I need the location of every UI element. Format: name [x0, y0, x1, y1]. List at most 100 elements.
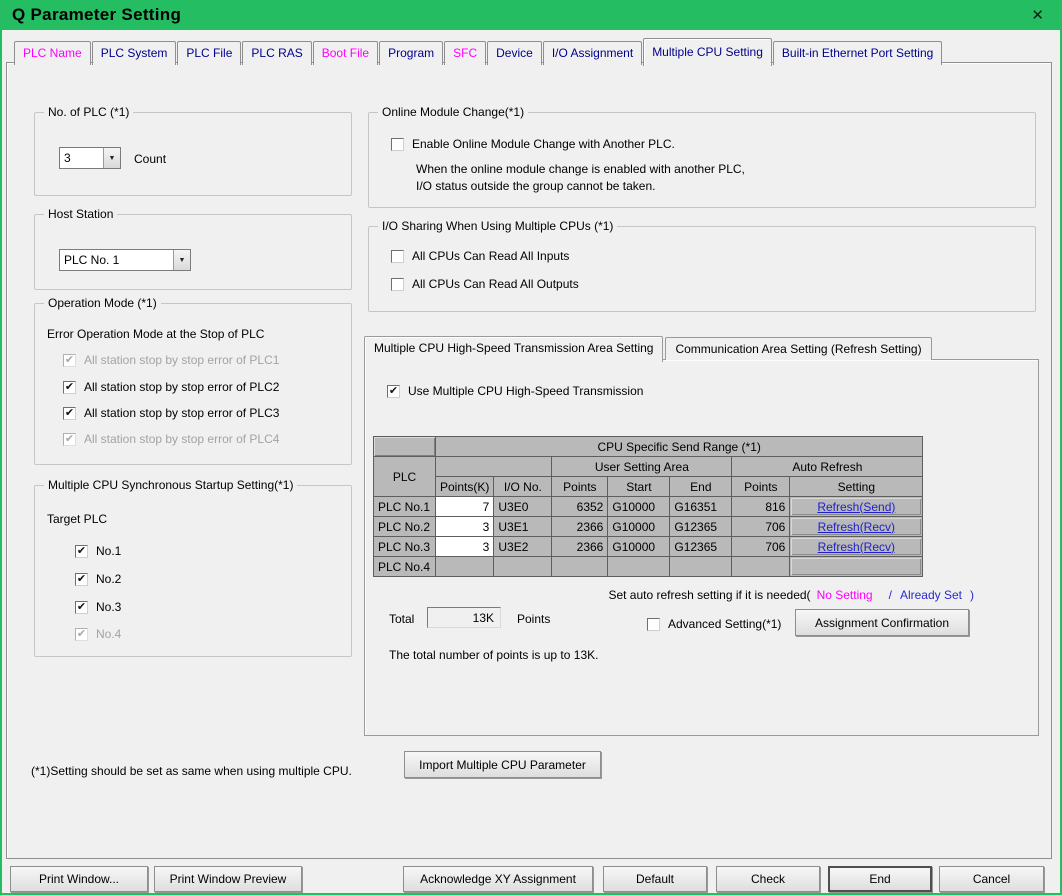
table-row-plc-no-4: PLC No.4: [374, 557, 923, 577]
tab-communication-area-setting-refresh-setting[interactable]: Communication Area Setting (Refresh Sett…: [665, 337, 931, 360]
cpu-send-range-table: CPU Specific Send Range (*1) PLC User Se…: [373, 436, 923, 577]
tab-i-o-assignment[interactable]: I/O Assignment: [543, 41, 642, 65]
cell-points-k: [436, 557, 494, 577]
tab-program[interactable]: Program: [379, 41, 443, 65]
col-header: Start: [608, 477, 670, 497]
checkbox-label: No.3: [96, 600, 121, 614]
col-header: Points: [552, 477, 608, 497]
cell-start: G10000: [608, 517, 670, 537]
checkbox-row-no-4: ✔No.4: [75, 627, 121, 641]
refresh-setting-button[interactable]: Refresh(Recv): [791, 518, 921, 535]
print-window-preview-button[interactable]: Print Window Preview: [154, 866, 302, 892]
close-icon[interactable]: ✕: [1025, 6, 1050, 24]
col-header: End: [670, 477, 732, 497]
tab-built-in-ethernet-port-setting[interactable]: Built-in Ethernet Port Setting: [773, 41, 942, 65]
refresh-link[interactable]: Refresh(Send): [817, 500, 895, 514]
acknowledge-xy-assignment-button[interactable]: Acknowledge XY Assignment: [403, 866, 593, 892]
default-button[interactable]: Default: [603, 866, 707, 892]
tab-boot-file[interactable]: Boot File: [313, 41, 378, 65]
advanced-setting-checkbox[interactable]: [647, 618, 660, 631]
col-header: I/O No.: [494, 477, 552, 497]
checkbox-label: All station stop by stop error of PLC2: [84, 380, 279, 394]
checkbox-label: All station stop by stop error of PLC3: [84, 406, 279, 420]
checkbox-row-no-1: ✔ No.1: [75, 544, 121, 558]
cancel-button[interactable]: Cancel: [939, 866, 1044, 892]
checkbox-row-all-station-stop-by-stop-error-of-plc4: ✔ All station stop by stop error of PLC4: [63, 432, 279, 446]
checkbox-all-cpus-can-read-all-inputs[interactable]: [391, 250, 404, 263]
group-title: Operation Mode (*1): [44, 296, 161, 310]
no-of-plc-dropdown[interactable]: 3 ▼: [59, 147, 121, 169]
group-title: Multiple CPU Synchronous Startup Setting…: [44, 478, 297, 492]
checkbox-all-station-stop-by-stop-error-of-plc3[interactable]: ✔: [63, 407, 76, 420]
hint-prefix: Set auto refresh setting if it is needed…: [608, 588, 810, 602]
checkbox-row-all-station-stop-by-stop-error-of-plc2: ✔ All station stop by stop error of PLC2: [63, 380, 279, 394]
cell-points-k[interactable]: 7: [436, 497, 494, 517]
cell-start: G10000: [608, 497, 670, 517]
checkbox-all-cpus-can-read-all-outputs[interactable]: [391, 278, 404, 291]
tab-multiple-cpu-setting[interactable]: Multiple CPU Setting: [643, 38, 772, 66]
cell-plc: PLC No.2: [374, 517, 436, 537]
tab-plc-ras[interactable]: PLC RAS: [242, 41, 311, 65]
refresh-setting-button[interactable]: Refresh(Recv): [791, 538, 921, 555]
tab-plc-name[interactable]: PLC Name: [14, 41, 91, 65]
cell-start: G10000: [608, 537, 670, 557]
refresh-setting-button[interactable]: Refresh(Send): [791, 498, 921, 515]
cell-refresh-points: 706: [732, 517, 790, 537]
tab-plc-file[interactable]: PLC File: [177, 41, 241, 65]
table-row-plc-no-3: PLC No.33U3E22366G10000G12365706Refresh(…: [374, 537, 923, 557]
enable-online-module-change-row: Enable Online Module Change with Another…: [391, 137, 675, 151]
tab-sfc[interactable]: SFC: [444, 41, 486, 65]
cell-setting: Refresh(Recv): [790, 537, 923, 557]
checkbox-no-2[interactable]: ✔: [75, 573, 88, 586]
checkbox-row-all-station-stop-by-stop-error-of-plc3: ✔ All station stop by stop error of PLC3: [63, 406, 279, 420]
checkbox-label: No.2: [96, 572, 121, 586]
cell-start: [608, 557, 670, 577]
cell-points-k[interactable]: 3: [436, 537, 494, 557]
assignment-confirmation-button[interactable]: Assignment Confirmation: [795, 609, 969, 636]
checkbox-no-4: ✔: [75, 628, 88, 641]
cell-io-no: U3E1: [494, 517, 552, 537]
checkbox-row-no-2: ✔ No.2: [75, 572, 121, 586]
tab-device[interactable]: Device: [487, 41, 542, 65]
checkbox-no-3[interactable]: ✔: [75, 601, 88, 614]
inner-tab-bar: Multiple CPU High-Speed Transmission Are…: [364, 336, 934, 360]
user-setting-area-header: User Setting Area: [552, 457, 732, 477]
cell-points: [552, 557, 608, 577]
refresh-link[interactable]: Refresh(Recv): [818, 540, 895, 554]
tab-multiple-cpu-high-speed-transmission-area-setting[interactable]: Multiple CPU High-Speed Transmission Are…: [364, 336, 663, 362]
refresh-link[interactable]: Refresh(Recv): [818, 520, 895, 534]
advanced-setting-row: Advanced Setting(*1): [647, 617, 781, 631]
auto-refresh-hint: Set auto refresh setting if it is needed…: [608, 588, 974, 602]
checkbox-all-station-stop-by-stop-error-of-plc2[interactable]: ✔: [63, 381, 76, 394]
cell-refresh-points: 706: [732, 537, 790, 557]
checkbox-no-1[interactable]: ✔: [75, 545, 88, 558]
cell-io-no: U3E0: [494, 497, 552, 517]
table-row-plc-no-1: PLC No.17U3E06352G10000G16351816Refresh(…: [374, 497, 923, 517]
chevron-down-icon[interactable]: ▼: [173, 250, 190, 270]
cell-refresh-points: 816: [732, 497, 790, 517]
host-station-value: PLC No. 1: [60, 250, 173, 270]
cell-points: 6352: [552, 497, 608, 517]
cell-points: 2366: [552, 537, 608, 557]
cell-points-k[interactable]: 3: [436, 517, 494, 537]
chevron-down-icon[interactable]: ▼: [103, 148, 120, 168]
enable-online-module-change-checkbox[interactable]: [391, 138, 404, 151]
print-window-button[interactable]: Print Window...: [10, 866, 148, 892]
online-module-note-line2: I/O status outside the group cannot be t…: [416, 179, 656, 193]
hint-suffix: ): [970, 588, 974, 602]
checkbox-label: No.1: [96, 544, 121, 558]
import-multiple-cpu-parameter-button[interactable]: Import Multiple CPU Parameter: [404, 751, 601, 778]
transmission-area-setting-panel: ✔ Use Multiple CPU High-Speed Transmissi…: [364, 359, 1039, 736]
use-transmission-checkbox[interactable]: ✔: [387, 385, 400, 398]
host-station-dropdown[interactable]: PLC No. 1 ▼: [59, 249, 191, 271]
checkbox-label: All CPUs Can Read All Inputs: [412, 249, 569, 263]
checkbox-all-station-stop-by-stop-error-of-plc4: ✔: [63, 433, 76, 446]
use-transmission-label: Use Multiple CPU High-Speed Transmission: [408, 384, 643, 398]
checkbox-label: All station stop by stop error of PLC4: [84, 432, 279, 446]
end-button[interactable]: End: [828, 866, 932, 892]
tab-plc-system[interactable]: PLC System: [92, 41, 177, 65]
col-header: Points(K): [436, 477, 494, 497]
table-header-row-3: Points(K) I/O No. Points Start End Point…: [374, 477, 923, 497]
check-button[interactable]: Check: [716, 866, 820, 892]
cell-io-no: [494, 557, 552, 577]
